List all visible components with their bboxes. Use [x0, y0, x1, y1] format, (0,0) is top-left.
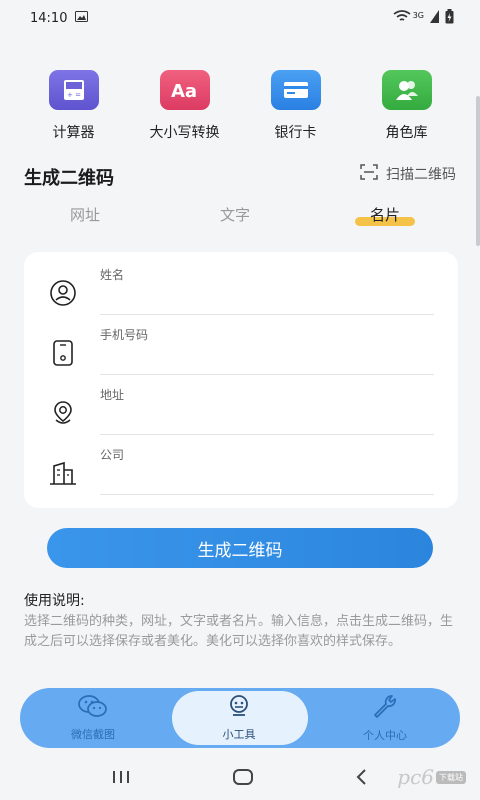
- tab-url[interactable]: 网址: [25, 204, 145, 232]
- field-phone: 手机号码: [24, 312, 458, 375]
- nav-tools[interactable]: 小工具: [166, 688, 312, 748]
- watermark-logo: pc6 下载站: [397, 765, 466, 789]
- network-label: 3G: [412, 10, 424, 20]
- nav-label: 小工具: [222, 728, 256, 741]
- usage-title: 使用说明:: [24, 593, 85, 609]
- wrench-icon: [372, 693, 398, 723]
- tab-business-card[interactable]: 名片: [325, 204, 445, 232]
- address-input[interactable]: [100, 406, 434, 430]
- phone-input[interactable]: [100, 346, 434, 370]
- company-input[interactable]: [100, 466, 434, 490]
- battery-icon: [445, 8, 454, 28]
- field-label: 公司: [100, 448, 125, 462]
- qr-type-tabs: 网址 文字 名片: [0, 204, 480, 232]
- tab-label: 名片: [369, 206, 400, 224]
- status-time: 14:10: [30, 10, 68, 26]
- robot-icon: [227, 694, 251, 722]
- scan-label: 扫描二维码: [386, 167, 456, 183]
- tool-label: 计算器: [52, 125, 95, 141]
- field-name: 姓名: [24, 252, 458, 315]
- nav-label: 个人中心: [363, 729, 407, 742]
- user-icon: [46, 276, 80, 310]
- wifi-icon: [393, 9, 411, 27]
- font-case-icon: Aa: [159, 70, 210, 110]
- name-input[interactable]: [100, 286, 434, 310]
- tab-label: 文字: [219, 206, 250, 224]
- recent-apps-button[interactable]: [111, 769, 131, 789]
- bottom-nav: 微信截图 小工具 个人中心: [20, 688, 460, 748]
- tool-label: 大小写转换: [149, 125, 220, 141]
- watermark-badge: 下载站: [436, 770, 466, 784]
- tab-text[interactable]: 文字: [175, 204, 295, 232]
- field-company: 公司: [24, 432, 458, 495]
- usage-text: 选择二维码的种类，网址，文字或者名片。输入信息，点击生成二维码，生成之后可以选择…: [24, 614, 454, 649]
- people-icon: [381, 70, 432, 110]
- generate-qr-button[interactable]: 生成二维码: [47, 528, 433, 568]
- wechat-icon: [78, 694, 108, 722]
- divider: [100, 494, 434, 495]
- scan-icon: [360, 164, 378, 184]
- tool-roles[interactable]: 角色库: [357, 70, 457, 150]
- nav-wechat-screenshot[interactable]: 微信截图: [20, 688, 166, 748]
- tool-calculator[interactable]: + = 计算器: [24, 70, 124, 150]
- scan-qr-button[interactable]: 扫描二维码: [360, 164, 456, 184]
- calculator-icon: + =: [48, 70, 99, 110]
- tab-label: 网址: [69, 206, 100, 224]
- tool-label: 银行卡: [274, 125, 317, 141]
- bank-card-icon: [270, 70, 321, 110]
- location-icon: [46, 396, 80, 430]
- svg-text:Aa: Aa: [171, 81, 197, 100]
- gallery-icon: [75, 10, 89, 26]
- watermark-text: pc6: [397, 765, 434, 789]
- status-bar: 14:10 3G: [0, 0, 480, 36]
- tool-bank-card[interactable]: 银行卡: [246, 70, 346, 150]
- status-left: 14:10: [30, 10, 89, 26]
- nav-label: 微信截图: [71, 728, 115, 741]
- business-card-form: 姓名 手机号码 地址 公司: [24, 252, 458, 508]
- tool-case-convert[interactable]: Aa 大小写转换: [135, 70, 235, 150]
- svg-text:+ =: + =: [67, 91, 81, 99]
- page-title: 生成二维码: [24, 168, 114, 189]
- field-label: 姓名: [100, 268, 125, 282]
- field-address: 地址: [24, 372, 458, 435]
- tools-row: + = 计算器 Aa 大小写转换 银行卡 角色库: [0, 70, 480, 150]
- nav-profile[interactable]: 个人中心: [312, 688, 458, 748]
- home-button[interactable]: [232, 768, 254, 790]
- signal-icon: [430, 9, 439, 27]
- field-label: 地址: [100, 388, 125, 402]
- tool-label: 角色库: [385, 125, 428, 141]
- back-button[interactable]: [355, 768, 369, 790]
- phone-icon: [46, 336, 80, 370]
- building-icon: [46, 456, 80, 490]
- field-label: 手机号码: [100, 328, 149, 342]
- status-right: 3G: [393, 8, 454, 28]
